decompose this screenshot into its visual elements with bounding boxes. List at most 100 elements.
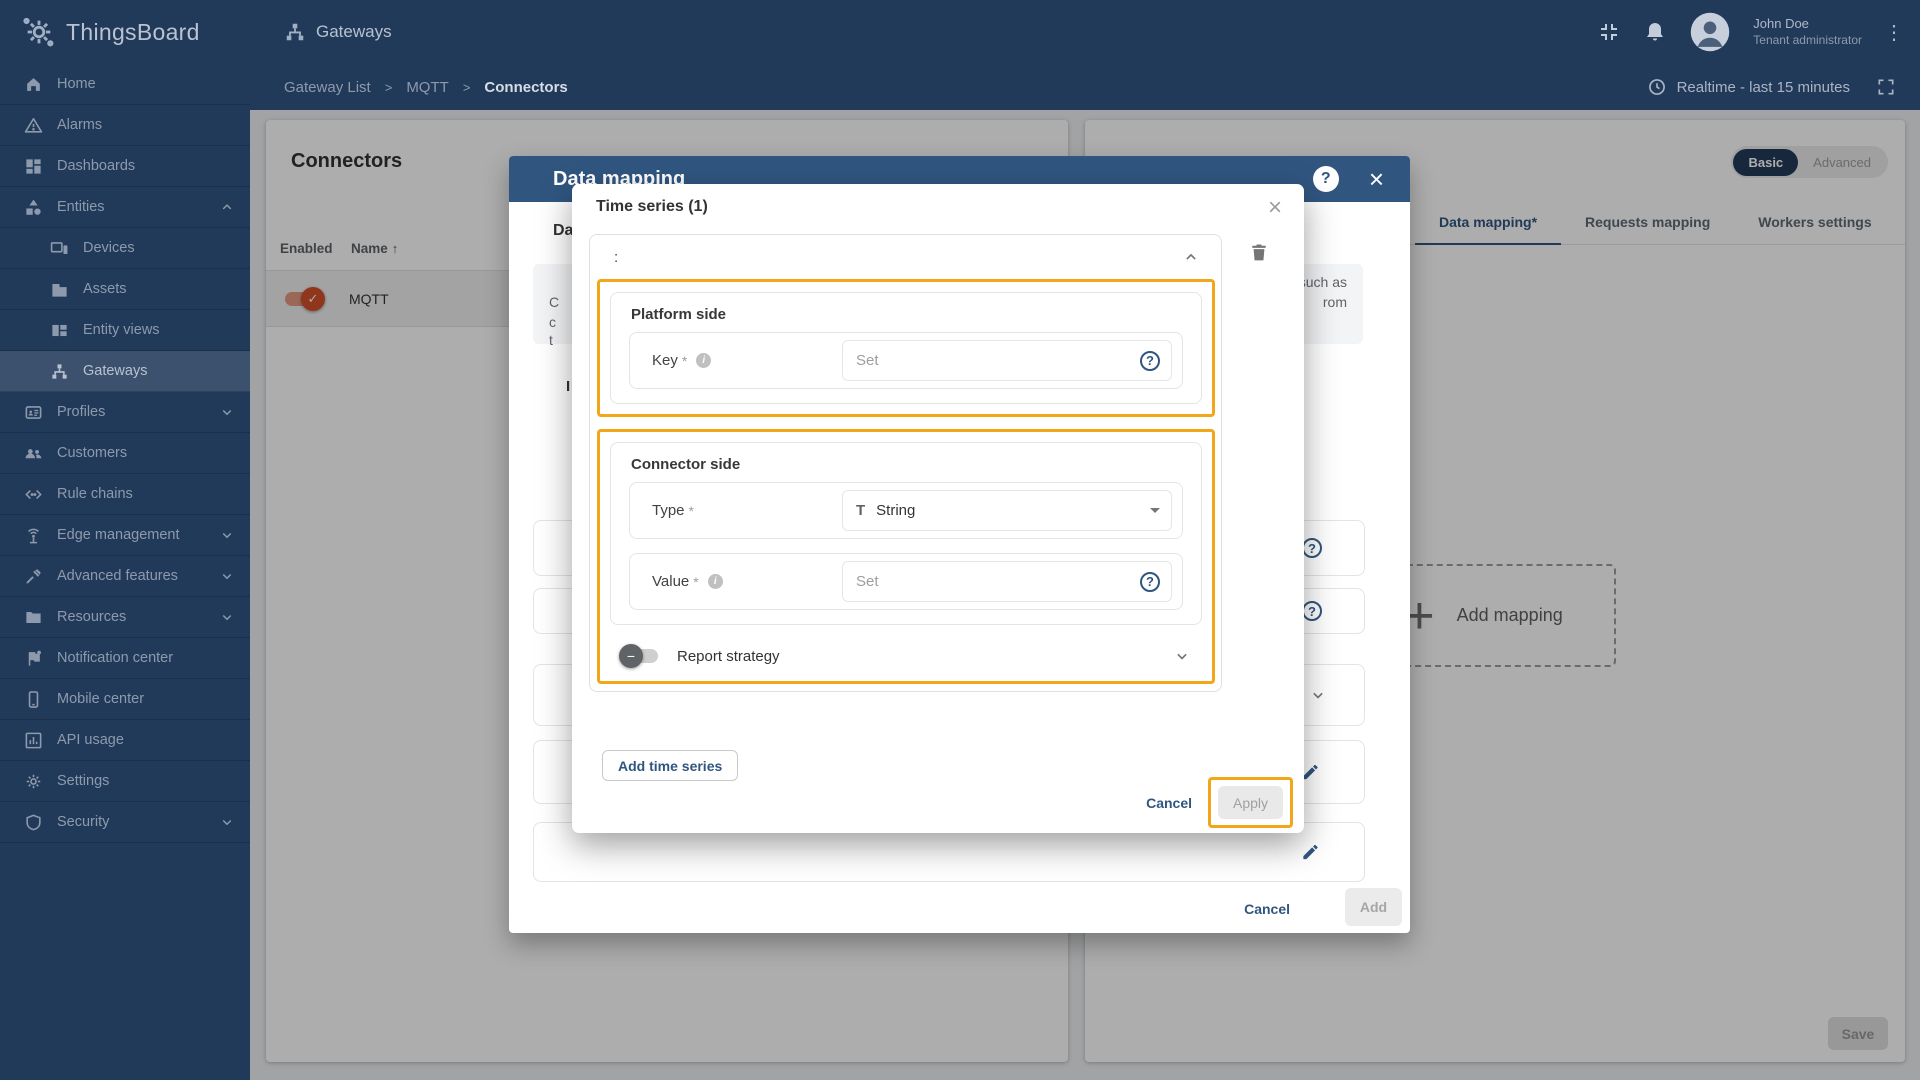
platform-side-heading: Platform side bbox=[631, 306, 727, 323]
gateways-hub-icon bbox=[50, 362, 69, 381]
help-circle-icon[interactable]: ? bbox=[1140, 350, 1160, 371]
topbar: Gateways John Doe Tenant administrator ⋮ bbox=[250, 0, 1920, 64]
sidebar-item-entity-views[interactable]: Entity views bbox=[0, 310, 250, 351]
time-series-dialog: Time series (1) × : Platform side Key * … bbox=[572, 184, 1304, 833]
chevron-up-icon[interactable] bbox=[1181, 247, 1201, 267]
value-input[interactable] bbox=[856, 573, 1140, 590]
tools-icon bbox=[24, 567, 43, 586]
sidebar-item-settings[interactable]: Settings bbox=[0, 761, 250, 802]
brand-logo[interactable]: ThingsBoard bbox=[0, 0, 250, 64]
sidebar-nav: Home Alarms Dashboards Entities Devices bbox=[0, 64, 250, 1080]
breadcrumb-mqtt[interactable]: MQTT bbox=[406, 79, 449, 96]
chevron-down-icon[interactable] bbox=[1308, 685, 1328, 705]
sidebar-item-edge-management[interactable]: Edge management bbox=[0, 515, 250, 556]
edge-antenna-icon bbox=[24, 526, 43, 545]
apply-button[interactable]: Apply bbox=[1218, 786, 1283, 819]
text-type-icon: T bbox=[856, 502, 866, 519]
key-input[interactable] bbox=[856, 352, 1140, 369]
home-icon bbox=[24, 75, 43, 94]
sidebar-item-devices[interactable]: Devices bbox=[0, 228, 250, 269]
entity-views-icon bbox=[50, 321, 69, 340]
alarm-triangle-icon bbox=[24, 116, 43, 135]
key-label: Key bbox=[652, 352, 678, 369]
item-expander-row[interactable]: : bbox=[590, 235, 1221, 279]
chevron-down-icon bbox=[218, 567, 236, 585]
delete-trash-icon[interactable] bbox=[1249, 242, 1269, 264]
more-options-icon[interactable]: ⋮ bbox=[1884, 20, 1904, 45]
rule-chains-icon bbox=[24, 485, 43, 504]
cancel-button[interactable]: Cancel bbox=[1244, 901, 1290, 917]
sidebar-item-resources[interactable]: Resources bbox=[0, 597, 250, 638]
realtime-label: Realtime - last 15 minutes bbox=[1676, 78, 1850, 96]
add-time-series-button[interactable]: Add time series bbox=[602, 750, 739, 781]
sidebar-item-assets[interactable]: Assets bbox=[0, 269, 250, 310]
help-circle-icon[interactable]: ? bbox=[1302, 601, 1322, 621]
brand-name: ThingsBoard bbox=[66, 18, 200, 45]
folder-icon bbox=[24, 608, 43, 627]
user-name: John Doe bbox=[1753, 16, 1809, 32]
edit-pencil-icon[interactable] bbox=[1301, 843, 1320, 862]
notifications-bell-icon[interactable] bbox=[1643, 20, 1667, 44]
report-strategy-row: − Report strategy bbox=[600, 635, 1212, 677]
partial-section-text: I bbox=[566, 378, 571, 395]
help-circle-icon[interactable]: ? bbox=[1140, 571, 1160, 592]
breadcrumb-bar: Gateway List > MQTT > Connectors Realtim… bbox=[250, 64, 1920, 110]
add-button[interactable]: Add bbox=[1345, 888, 1402, 926]
cancel-button[interactable]: Cancel bbox=[1146, 795, 1192, 811]
close-icon[interactable]: × bbox=[1369, 166, 1384, 192]
chevron-down-icon bbox=[218, 526, 236, 544]
time-series-dialog-header: Time series (1) bbox=[572, 184, 1304, 230]
sidebar-item-advanced-features[interactable]: Advanced features bbox=[0, 556, 250, 597]
help-circle-icon[interactable]: ? bbox=[1302, 538, 1322, 558]
connector-side-section: Connector side Type * T String Value * i bbox=[610, 442, 1202, 625]
sidebar-item-gateways[interactable]: Gateways bbox=[0, 351, 250, 392]
user-role: Tenant administrator bbox=[1753, 32, 1862, 47]
type-select[interactable]: T String bbox=[842, 490, 1172, 531]
sidebar-item-rule-chains[interactable]: Rule chains bbox=[0, 474, 250, 515]
partial-info-text: C bbox=[549, 294, 560, 310]
fullscreen-icon[interactable] bbox=[1876, 77, 1896, 97]
help-icon[interactable]: ? bbox=[1312, 166, 1339, 192]
user-avatar[interactable] bbox=[1689, 11, 1731, 53]
sidebar-item-profiles[interactable]: Profiles bbox=[0, 392, 250, 433]
dashboard-grid-icon bbox=[24, 157, 43, 176]
gear-icon bbox=[24, 772, 43, 791]
chevron-down-icon[interactable] bbox=[1172, 646, 1192, 666]
sidebar-item-dashboards[interactable]: Dashboards bbox=[0, 146, 250, 187]
value-label: Value bbox=[652, 573, 690, 590]
report-strategy-toggle[interactable]: − bbox=[619, 644, 658, 668]
key-field-row: Key * i ? bbox=[629, 332, 1183, 389]
sidebar-item-alarms[interactable]: Alarms bbox=[0, 105, 250, 146]
close-icon[interactable]: × bbox=[1268, 196, 1282, 220]
type-field-row: Type * T String bbox=[629, 482, 1183, 539]
time-series-dialog-footer: Cancel Apply bbox=[1146, 777, 1293, 828]
fullscreen-exit-icon[interactable] bbox=[1597, 20, 1621, 44]
required-mark: * bbox=[693, 573, 699, 590]
realtime-range-button[interactable]: Realtime - last 15 minutes bbox=[1647, 77, 1850, 97]
customers-people-icon bbox=[24, 444, 43, 463]
platform-side-section: Platform side Key * i ? bbox=[610, 292, 1202, 404]
time-controls: Realtime - last 15 minutes bbox=[1647, 77, 1896, 97]
gateways-hub-icon bbox=[284, 21, 306, 43]
sidebar-item-customers[interactable]: Customers bbox=[0, 433, 250, 474]
sidebar-item-api-usage[interactable]: API usage bbox=[0, 720, 250, 761]
key-input-box: ? bbox=[842, 340, 1172, 381]
report-strategy-label: Report strategy bbox=[677, 647, 780, 665]
value-field-row: Value * i ? bbox=[629, 553, 1183, 610]
user-menu[interactable]: John Doe Tenant administrator bbox=[1753, 16, 1862, 47]
sidebar-item-entities[interactable]: Entities bbox=[0, 187, 250, 228]
phone-icon bbox=[24, 690, 43, 709]
chevron-down-icon bbox=[218, 813, 236, 831]
partial-heading-text: Da bbox=[553, 222, 574, 239]
sidebar-item-notification-center[interactable]: Notification center bbox=[0, 638, 250, 679]
chart-icon bbox=[24, 731, 43, 750]
partial-info-text: rom bbox=[1322, 294, 1347, 310]
required-mark: * bbox=[681, 352, 688, 369]
dropdown-caret-icon bbox=[1150, 508, 1160, 513]
time-series-item-card: : Platform side Key * i ? Connector sid bbox=[589, 234, 1222, 692]
sidebar-item-home[interactable]: Home bbox=[0, 64, 250, 105]
apply-highlight: Apply bbox=[1208, 777, 1293, 828]
sidebar-item-mobile-center[interactable]: Mobile center bbox=[0, 679, 250, 720]
breadcrumb-gateway-list[interactable]: Gateway List bbox=[284, 79, 371, 96]
sidebar-item-security[interactable]: Security bbox=[0, 802, 250, 843]
